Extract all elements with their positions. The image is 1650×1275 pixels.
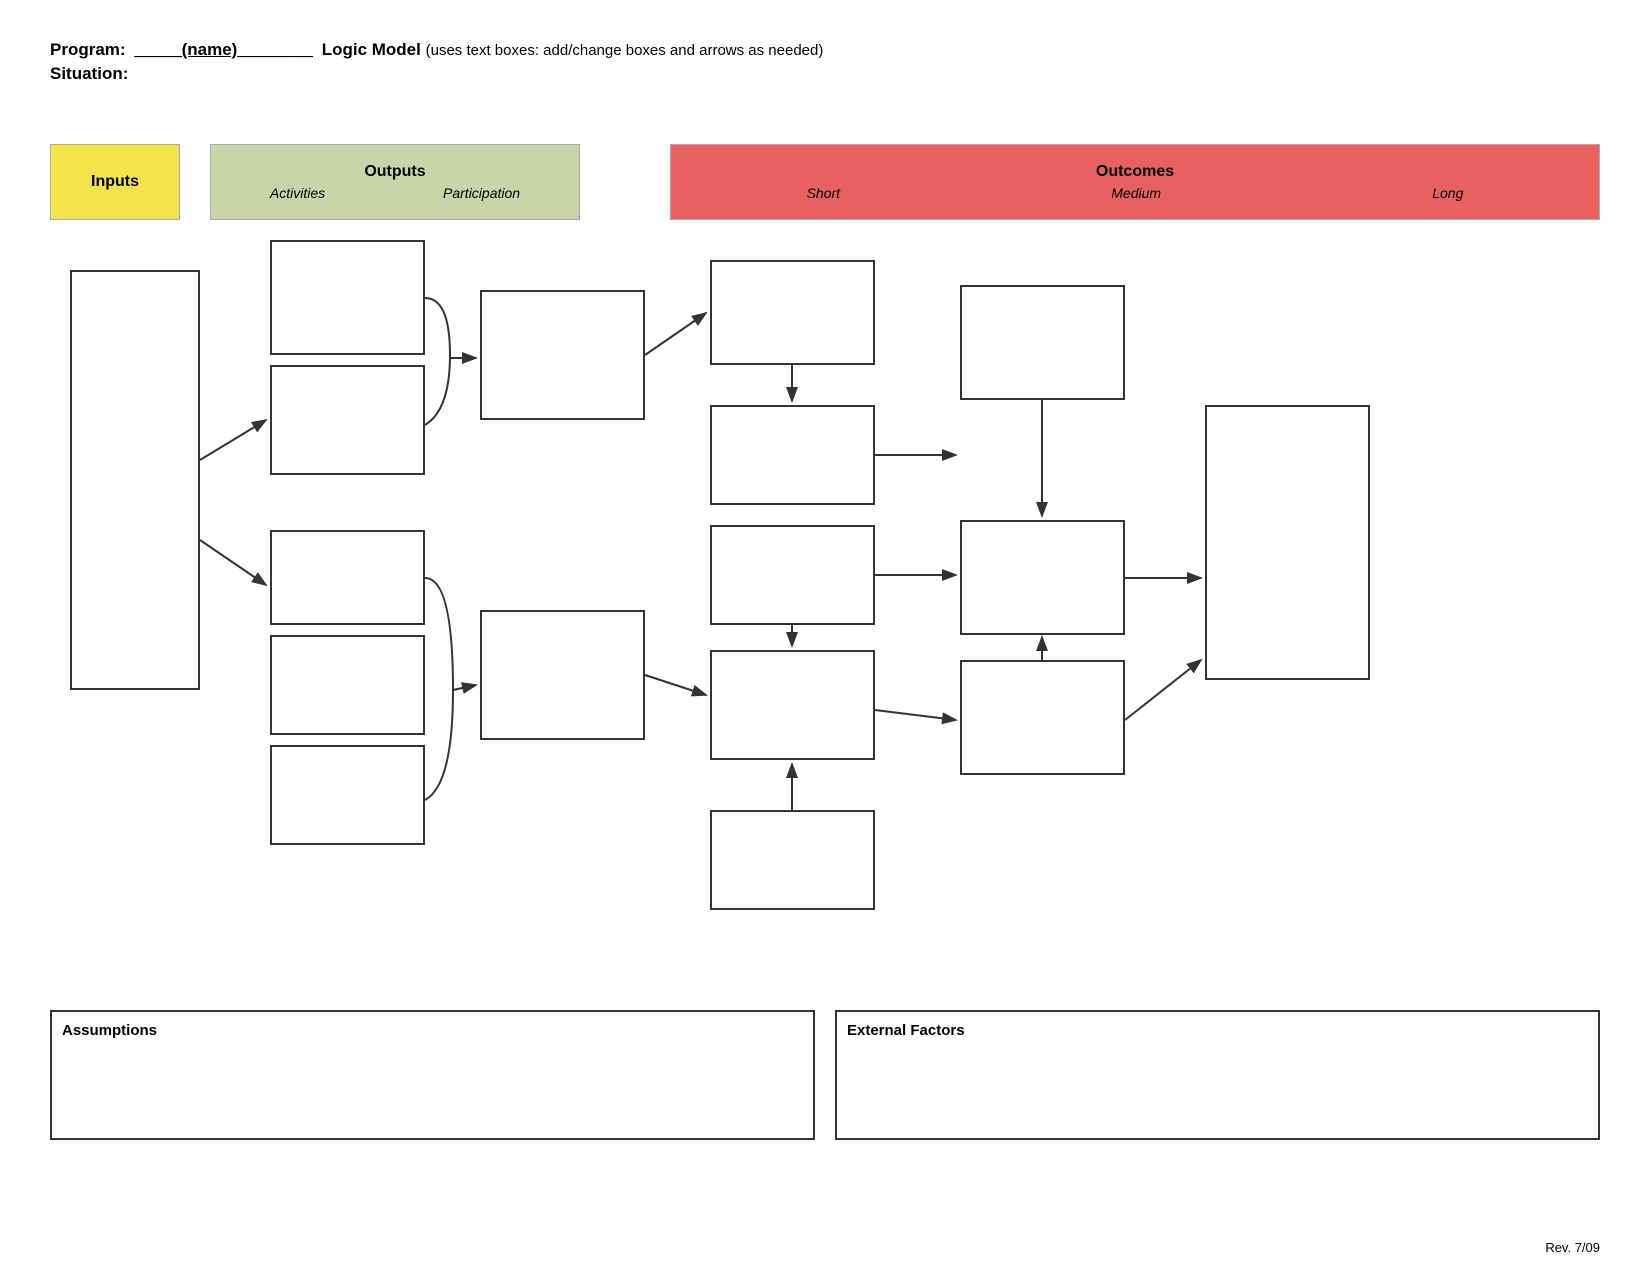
outputs-main-label: Outputs (364, 163, 425, 181)
revision-text: Rev. 7/09 (1545, 1240, 1600, 1255)
diagram (50, 230, 1600, 990)
situation-label: Situation: (50, 64, 1600, 84)
instruction-text: (uses text boxes: add/change boxes and a… (426, 42, 824, 59)
assumptions-box[interactable]: Assumptions (50, 1010, 815, 1140)
outcomes-main-label: Outcomes (1096, 163, 1174, 181)
program-label: Program: (50, 40, 126, 59)
activity-box-2[interactable] (270, 365, 425, 475)
gap1 (180, 144, 210, 220)
short-outcome-box-4[interactable] (710, 650, 875, 760)
program-name: _____(name)________ (134, 40, 313, 59)
header-line1: Program: _____(name)________ Logic Model… (50, 40, 1600, 60)
short-outcome-box-2[interactable] (710, 405, 875, 505)
outcomes-header: Outcomes Short Medium Long (670, 144, 1600, 220)
assumptions-label: Assumptions (62, 1022, 803, 1039)
outputs-sub-participation: Participation (443, 185, 520, 201)
column-headers: Inputs Outputs Activities Participation … (50, 144, 1600, 220)
outputs-header: Outputs Activities Participation (210, 144, 580, 220)
participation-box-2[interactable] (480, 610, 645, 740)
short-outcome-box-5[interactable] (710, 810, 875, 910)
header: Program: _____(name)________ Logic Model… (50, 40, 1600, 84)
activity-box-4[interactable] (270, 635, 425, 735)
outcomes-sub-long: Long (1432, 185, 1463, 201)
inputs-box[interactable] (70, 270, 200, 690)
participation-box-1[interactable] (480, 290, 645, 420)
external-factors-label: External Factors (847, 1022, 1588, 1039)
external-factors-box[interactable]: External Factors (835, 1010, 1600, 1140)
medium-outcome-box-2[interactable] (960, 520, 1125, 635)
long-outcome-box[interactable] (1205, 405, 1370, 680)
medium-outcome-box-1[interactable] (960, 285, 1125, 400)
logic-model-label: Logic Model (322, 40, 421, 59)
activity-box-1[interactable] (270, 240, 425, 355)
outputs-sub-labels: Activities Participation (211, 185, 579, 201)
activity-box-3[interactable] (270, 530, 425, 625)
short-outcome-box-1[interactable] (710, 260, 875, 365)
medium-outcome-box-3[interactable] (960, 660, 1125, 775)
outcomes-sub-labels: Short Medium Long (671, 185, 1599, 201)
page: Program: _____(name)________ Logic Model… (0, 0, 1650, 1275)
activity-box-5[interactable] (270, 745, 425, 845)
bottom-section: Assumptions External Factors (50, 1010, 1600, 1140)
outcomes-sub-short: Short (807, 185, 840, 201)
inputs-header: Inputs (50, 144, 180, 220)
short-outcome-box-3[interactable] (710, 525, 875, 625)
outputs-sub-activities: Activities (270, 185, 325, 201)
gap2 (580, 144, 670, 220)
outcomes-sub-medium: Medium (1111, 185, 1161, 201)
